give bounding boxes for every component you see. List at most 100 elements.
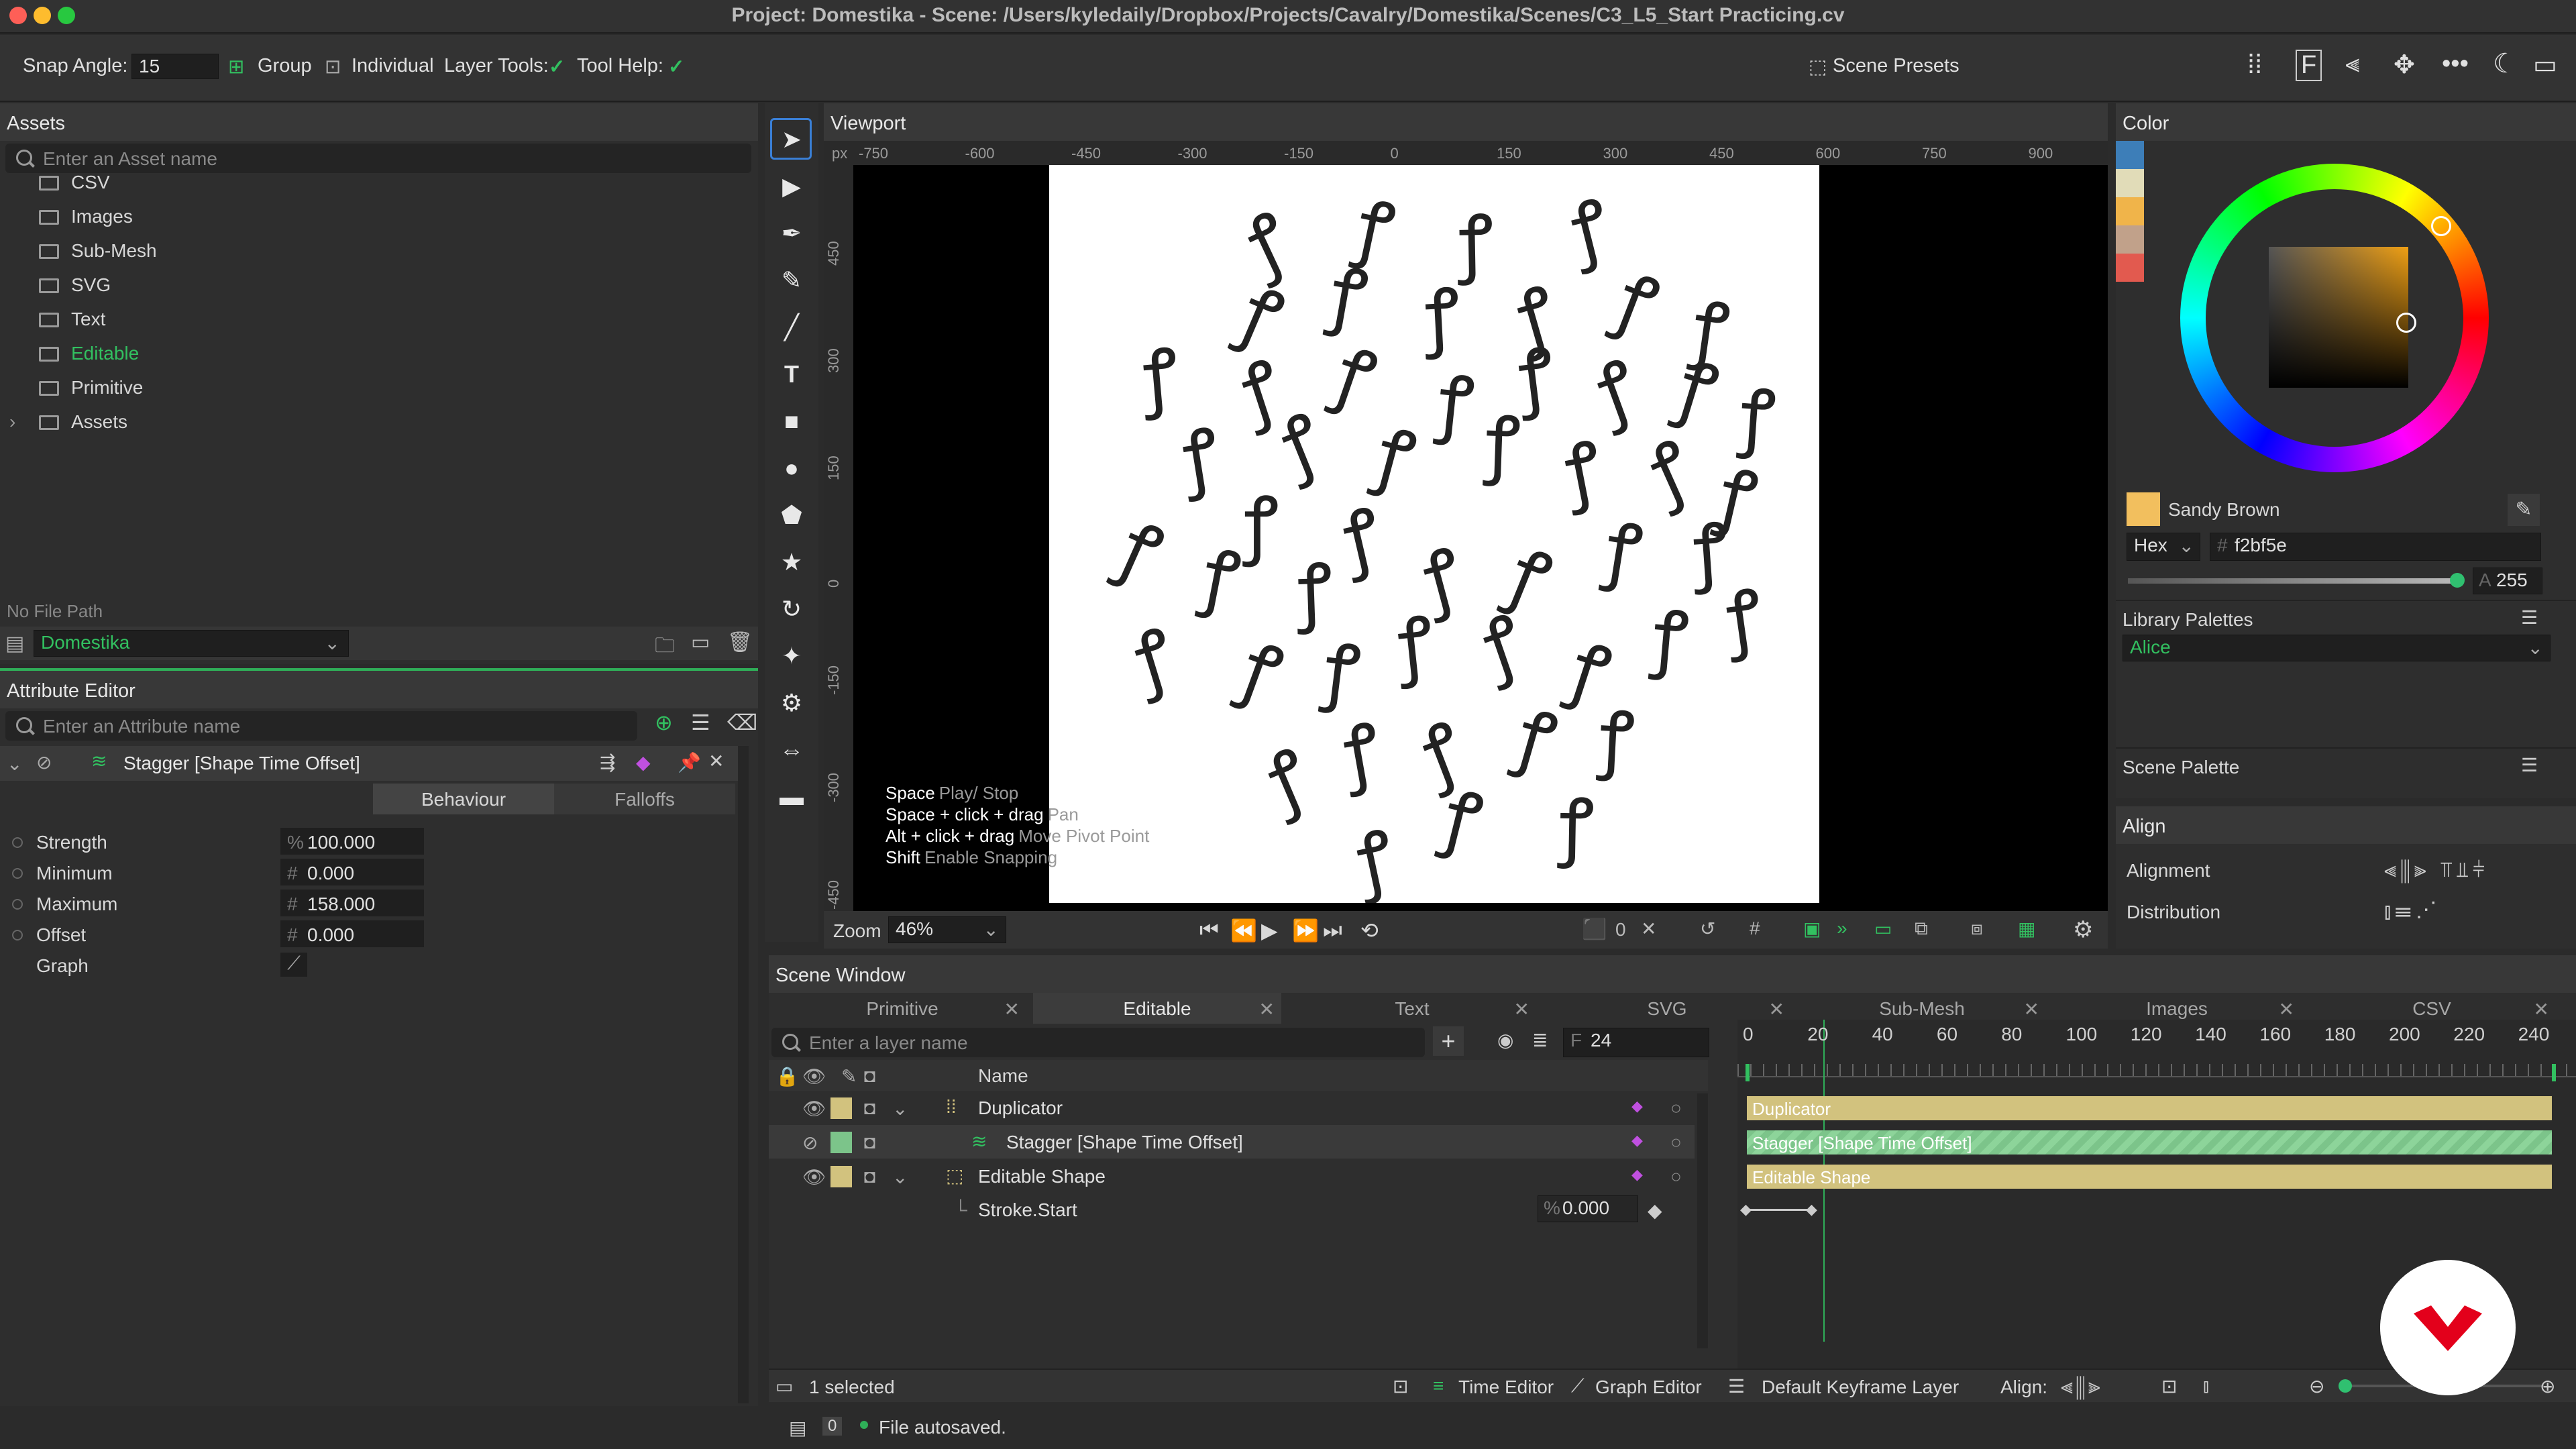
chevron-down-icon[interactable]: ⌄ xyxy=(7,753,22,775)
polygon-tool-icon[interactable]: ⬟ xyxy=(777,500,806,530)
scene-tab[interactable]: Editable ✕ xyxy=(1033,993,1281,1024)
resize-tool-icon[interactable]: ⇔ xyxy=(777,735,806,765)
layer-filter-icon[interactable]: ≣ xyxy=(1532,1029,1548,1051)
menu-icon[interactable]: ☰ xyxy=(2521,606,2538,629)
animate-toggle-icon[interactable] xyxy=(12,868,23,879)
attribute-value-field[interactable]: #0.000 xyxy=(280,859,424,885)
pin-icon[interactable]: 📌 xyxy=(678,751,701,773)
grid-dots-icon[interactable]: ⁞⁞ xyxy=(2247,50,2262,80)
close-icon[interactable]: ✕ xyxy=(2024,998,2039,1020)
alpha-input[interactable]: A 255 xyxy=(2473,568,2542,594)
keyframe-diamond-icon[interactable]: ◆ xyxy=(1648,1199,1662,1222)
step-back-icon[interactable]: ⏪ xyxy=(1230,918,1257,943)
window-icon[interactable]: ▭ xyxy=(691,631,710,654)
palette-swatch[interactable] xyxy=(2116,225,2144,254)
close-icon[interactable]: ✕ xyxy=(1259,998,1275,1020)
group-button[interactable]: Group xyxy=(258,55,312,77)
animate-toggle-icon[interactable] xyxy=(12,930,23,941)
alpha-slider[interactable] xyxy=(2128,578,2463,584)
pen-tool-icon[interactable]: ✒ xyxy=(777,219,806,248)
hue-handle[interactable] xyxy=(2431,216,2451,236)
attribute-layer-header[interactable]: ⌄ ⊘ ≋ Stagger [Shape Time Offset] ⇶ ◆ 📌 … xyxy=(0,746,738,781)
checker-icon[interactable]: ▦ xyxy=(2018,918,2035,940)
keyframe-icon[interactable]: ◆ xyxy=(1631,1097,1643,1115)
hex-input[interactable]: # f2bf5e xyxy=(2210,533,2541,561)
mask-icon[interactable]: ◉ xyxy=(1497,1029,1513,1051)
dots-icon[interactable]: ••• xyxy=(2442,50,2469,78)
palette-swatch[interactable] xyxy=(2116,254,2144,282)
snap-angle-field[interactable]: 15 xyxy=(131,54,219,79)
layer-row[interactable]: 👁 ◘ ⌄ ⬚ Editable Shape ◆ ○ xyxy=(769,1159,1695,1193)
attribute-value-field[interactable]: % 100.000 xyxy=(280,828,424,855)
timeline-zoom-handle[interactable] xyxy=(2339,1379,2352,1393)
asset-item[interactable]: Images xyxy=(39,206,133,227)
eyedropper-icon[interactable]: ✎ xyxy=(2508,494,2540,526)
clear-icon[interactable]: ⌫ xyxy=(727,710,757,735)
asset-item[interactable]: › Assets xyxy=(9,411,127,433)
project-dropdown[interactable]: Domestika ⌄ xyxy=(34,630,349,657)
filter-icon[interactable]: ☰ xyxy=(691,710,710,735)
trash-icon[interactable]: 🗑 xyxy=(727,631,753,654)
gear-tool-icon[interactable]: ⚙ xyxy=(777,688,806,718)
alpha-slider-handle[interactable] xyxy=(2450,573,2465,588)
fit-icon[interactable]: ⊡ xyxy=(2161,1375,2177,1397)
keyframe-icon[interactable]: ◆ xyxy=(1631,1132,1643,1149)
panel-icon[interactable]: ▭ xyxy=(2533,50,2557,80)
eye-icon[interactable]: 👁 xyxy=(802,1166,826,1188)
close-icon[interactable]: ✕ xyxy=(708,750,724,772)
asset-item[interactable]: Sub-Mesh xyxy=(39,240,157,262)
keyframe-end-icon[interactable]: ◆ xyxy=(1806,1201,1817,1218)
pencil-tool-icon[interactable]: ✎ xyxy=(777,266,806,295)
layer-row[interactable]: ⊘ ◘ ≋ Stagger [Shape Time Offset] ◆ ○ xyxy=(769,1125,1695,1159)
camera-icon[interactable]: ⬛ xyxy=(1582,918,1607,941)
current-color-swatch[interactable] xyxy=(2127,492,2160,526)
close-icon[interactable]: ✕ xyxy=(1769,998,1784,1020)
graph-icon[interactable]: ⟋ xyxy=(280,953,307,977)
status-circle-icon[interactable]: ○ xyxy=(1670,1166,1682,1187)
layer-row[interactable]: 👁 ◘ ⌄ ⁞⁞ Duplicator ◆ ○ xyxy=(769,1091,1695,1124)
folder-icon[interactable]: 🗀 xyxy=(655,631,675,665)
step-forward-icon[interactable]: ⏩ xyxy=(1292,918,1319,943)
frame-guide-icon[interactable]: ▣ xyxy=(1803,918,1821,940)
add-layer-button[interactable]: + xyxy=(1433,1026,1464,1056)
align-left-icon[interactable]: ⫷ xyxy=(2345,50,2359,78)
text-tool-icon[interactable]: T xyxy=(777,360,806,389)
capsule-tool-icon[interactable]: ▬ xyxy=(777,782,806,812)
attribute-value-field[interactable]: #158.000 xyxy=(280,890,424,916)
asset-item[interactable]: Primitive xyxy=(39,377,143,398)
saturation-square[interactable] xyxy=(2269,247,2408,388)
palette-dropdown[interactable]: Alice ⌄ xyxy=(2123,635,2551,661)
layer-color-swatch[interactable] xyxy=(830,1166,852,1187)
solo-icon[interactable]: ◘ xyxy=(864,1166,875,1187)
attribute-value-field[interactable]: #0.000 xyxy=(280,920,424,947)
animate-toggle-icon[interactable] xyxy=(12,899,23,910)
layer-color-swatch[interactable] xyxy=(830,1132,852,1153)
select-tool-icon[interactable]: ➤ xyxy=(777,125,806,154)
distribution-icons[interactable]: ⫾☰⋰ xyxy=(2384,899,2440,924)
tool-help-checkbox[interactable]: ✓ xyxy=(668,55,684,78)
palette-swatch[interactable] xyxy=(2116,141,2144,169)
color-mode-dropdown[interactable]: Hex ⌄ xyxy=(2127,533,2200,561)
go-to-start-icon[interactable]: ⏮ xyxy=(1199,918,1219,943)
asset-item[interactable]: Editable xyxy=(39,343,139,364)
play-icon[interactable]: ▶ xyxy=(1261,918,1278,943)
scene-tab[interactable]: Text ✕ xyxy=(1288,993,1536,1024)
time-editor-button[interactable]: Time Editor xyxy=(1458,1377,1554,1398)
layer-tools-checkbox[interactable]: ✓ xyxy=(549,55,565,78)
layer-scrollbar[interactable] xyxy=(1697,1093,1708,1348)
graph-editor-button[interactable]: Graph Editor xyxy=(1595,1377,1702,1398)
keyframe-icon[interactable]: ◆ xyxy=(636,751,651,773)
chevron-down-icon[interactable]: ⌄ xyxy=(892,1097,908,1120)
zoom-in-icon[interactable]: ⊕ xyxy=(2540,1375,2555,1397)
tab-behaviour[interactable]: Behaviour xyxy=(373,784,554,814)
pen-icon[interactable]: ✎ xyxy=(841,1065,857,1087)
current-frame-field[interactable]: F 24 xyxy=(1563,1028,1709,1057)
console-icon[interactable]: ▤ xyxy=(789,1417,806,1439)
zoom-dropdown[interactable]: 46% ⌄ xyxy=(888,916,1006,943)
out-point-marker[interactable] xyxy=(2552,1064,2556,1081)
menu-icon[interactable]: ☰ xyxy=(2521,754,2538,776)
status-circle-icon[interactable]: ○ xyxy=(1670,1097,1682,1119)
frame-all-icon[interactable]: ⊡ xyxy=(1393,1375,1408,1397)
solo-icon[interactable]: ◘ xyxy=(864,1097,875,1119)
close-icon[interactable]: ✕ xyxy=(1004,998,1020,1020)
